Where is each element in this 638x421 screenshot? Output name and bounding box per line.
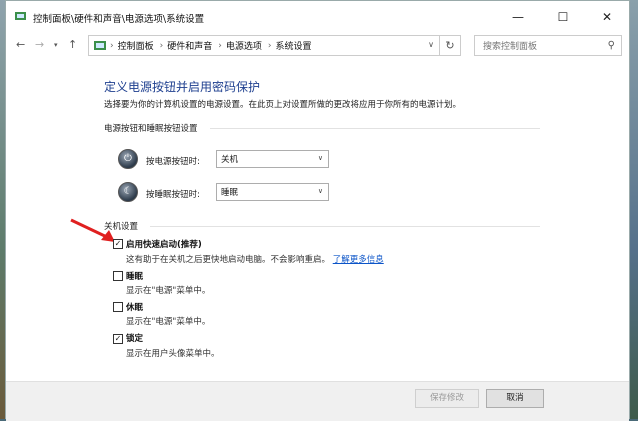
refresh-button[interactable]: ↻: [439, 35, 461, 56]
breadcrumb-separator-icon[interactable]: ›: [160, 41, 164, 51]
lock-description: 显示在用户头像菜单中。: [126, 349, 220, 359]
fast-startup-checkbox[interactable]: ✓: [113, 239, 123, 249]
search-input[interactable]: [481, 37, 605, 56]
title-bar: 控制面板\硬件和声音\电源选项\系统设置 — ☐ ✕: [6, 1, 629, 32]
breadcrumb-separator-icon[interactable]: ›: [268, 41, 272, 51]
fast-startup-label: 启用快速启动(推荐): [126, 240, 202, 250]
minimize-button[interactable]: —: [496, 1, 540, 32]
sleep-button-select[interactable]: 睡眠 ∨: [216, 183, 329, 201]
power-button-icon: ⏻: [118, 149, 138, 169]
sleep-button-value: 睡眠: [221, 188, 239, 198]
fast-startup-description: 这有助于在关机之后更快地启动电脑。不会影响重启。 了解更多信息: [126, 253, 384, 265]
sleep-description: 显示在"电源"菜单中。: [126, 286, 211, 296]
page-description: 选择要为你的计算机设置的电源设置。在此页上对设置所做的更改将应用于你所有的电源计…: [104, 100, 462, 110]
breadcrumb-item-hardware-sound[interactable]: 硬件和声音: [167, 39, 212, 52]
hibernate-label: 休眠: [126, 303, 144, 313]
hibernate-checkbox[interactable]: [113, 302, 123, 312]
breadcrumb-item-control-panel[interactable]: 控制面板: [118, 39, 154, 52]
system-settings-window: 控制面板\硬件和声音\电源选项\系统设置 — ☐ ✕ ← → ▾ ↑ › 控制面…: [5, 0, 630, 421]
lock-label: 锁定: [126, 334, 144, 344]
sleep-label: 睡眠: [126, 272, 144, 282]
control-panel-icon: [94, 41, 106, 50]
search-box[interactable]: ⚲: [474, 35, 622, 56]
power-group-label: 电源按钮和睡眠按钮设置: [104, 124, 198, 134]
breadcrumb-separator-icon[interactable]: ›: [218, 41, 222, 51]
refresh-icon: ↻: [445, 39, 455, 52]
desktop-background-right: [630, 0, 638, 419]
forward-arrow-icon[interactable]: →: [35, 38, 44, 51]
breadcrumb-separator-icon[interactable]: ›: [110, 41, 114, 51]
search-icon[interactable]: ⚲: [608, 40, 615, 51]
close-button[interactable]: ✕: [585, 1, 629, 32]
window-title: 控制面板\硬件和声音\电源选项\系统设置: [33, 14, 205, 25]
back-arrow-icon[interactable]: ←: [16, 38, 25, 51]
power-button-value: 关机: [221, 155, 239, 165]
breadcrumb-item-power-options[interactable]: 电源选项: [226, 39, 262, 52]
red-arrow-icon: [70, 218, 115, 242]
up-arrow-icon[interactable]: ↑: [68, 38, 77, 51]
chevron-down-icon: ∨: [317, 187, 323, 195]
address-bar[interactable]: › 控制面板 › 硬件和声音 › 电源选项 › 系统设置 ∨: [88, 35, 461, 56]
maximize-button[interactable]: ☐: [541, 1, 585, 32]
recent-chevron-icon[interactable]: ▾: [54, 41, 58, 49]
group-divider: [210, 128, 540, 129]
sleep-button-icon: ☾: [118, 182, 138, 202]
address-dropdown-icon[interactable]: ∨: [428, 40, 434, 49]
breadcrumb-item-system-settings[interactable]: 系统设置: [275, 39, 311, 52]
hibernate-description: 显示在"电源"菜单中。: [126, 317, 211, 327]
chevron-down-icon: ∨: [317, 154, 323, 162]
control-panel-icon: [15, 12, 26, 20]
cancel-button[interactable]: 取消: [486, 389, 544, 408]
fast-startup-desc-text: 这有助于在关机之后更快地启动电脑。不会影响重启。: [126, 255, 331, 265]
group-divider: [150, 226, 540, 227]
address-row: ← → ▾ ↑ › 控制面板 › 硬件和声音 › 电源选项 › 系统设置 ∨ ↻…: [6, 32, 629, 60]
save-changes-button[interactable]: 保存修改: [415, 389, 479, 408]
power-button-select[interactable]: 关机 ∨: [216, 150, 329, 168]
power-button-label: 按电源按钮时:: [146, 157, 200, 167]
sleep-checkbox[interactable]: [113, 271, 123, 281]
learn-more-link[interactable]: 了解更多信息: [333, 255, 384, 265]
page-title: 定义电源按钮并启用密码保护: [104, 80, 261, 94]
lock-checkbox[interactable]: ✓: [113, 334, 123, 344]
sleep-button-label: 按睡眠按钮时:: [146, 190, 200, 200]
